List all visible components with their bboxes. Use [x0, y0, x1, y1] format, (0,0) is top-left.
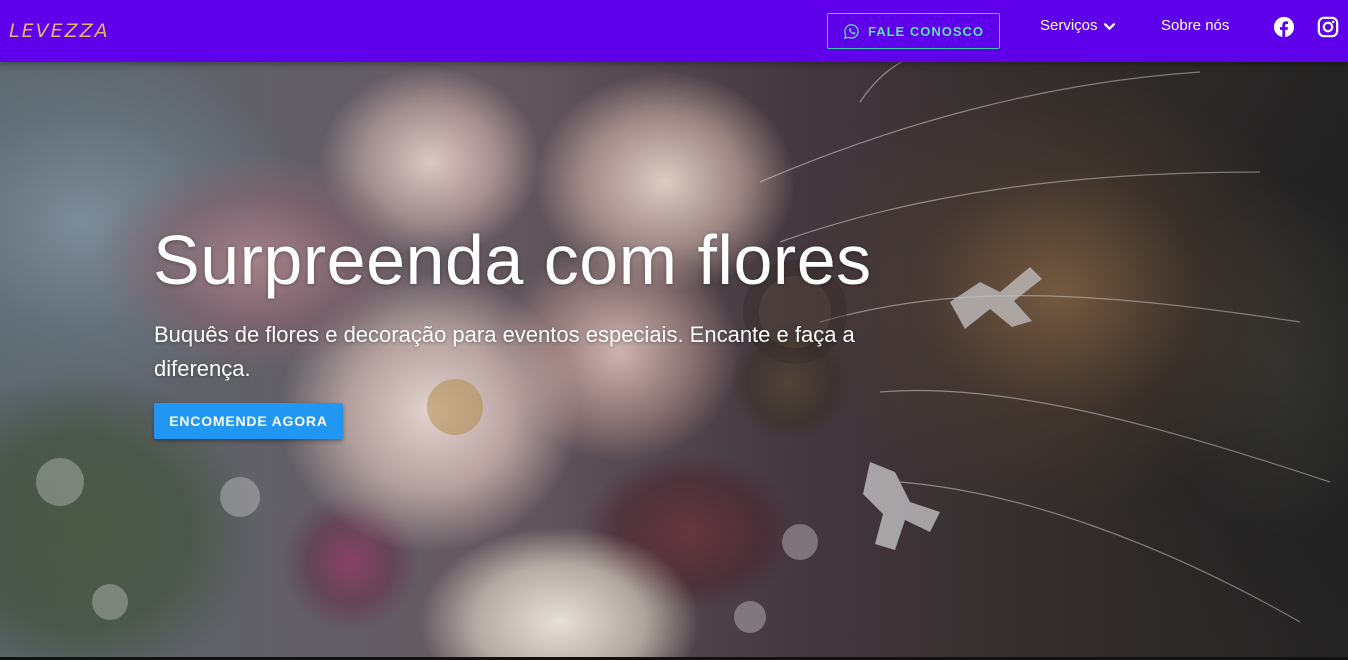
hero-subtitle: Buquês de flores e decoração para evento…: [154, 322, 855, 381]
chevron-down-icon: [1103, 23, 1115, 30]
hero-title: Surpreenda com flores: [153, 221, 872, 299]
nav-sobre-label: Sobre nós: [1161, 17, 1230, 34]
logo-text: LEVEZZA: [9, 20, 110, 42]
instagram-icon[interactable]: [1317, 16, 1339, 38]
top-navbar: LEVEZZA FALE CONOSCO Serviços Sobre nós: [0, 0, 1348, 62]
nav-servicos-label: Serviços: [1040, 17, 1098, 34]
contact-button[interactable]: FALE CONOSCO: [827, 13, 1000, 49]
brand-logo[interactable]: LEVEZZA: [9, 19, 110, 43]
hero-section: Surpreenda com flores Buquês de flores e…: [0, 62, 1348, 660]
contact-button-label: FALE CONOSCO: [867, 23, 984, 39]
order-now-button[interactable]: ENCOMENDE AGORA: [154, 403, 343, 439]
whatsapp-icon: [843, 23, 859, 39]
facebook-icon[interactable]: [1273, 16, 1295, 38]
nav-item-sobre[interactable]: Sobre nós: [1161, 17, 1229, 34]
nav-item-servicos[interactable]: Serviços: [1040, 17, 1116, 34]
